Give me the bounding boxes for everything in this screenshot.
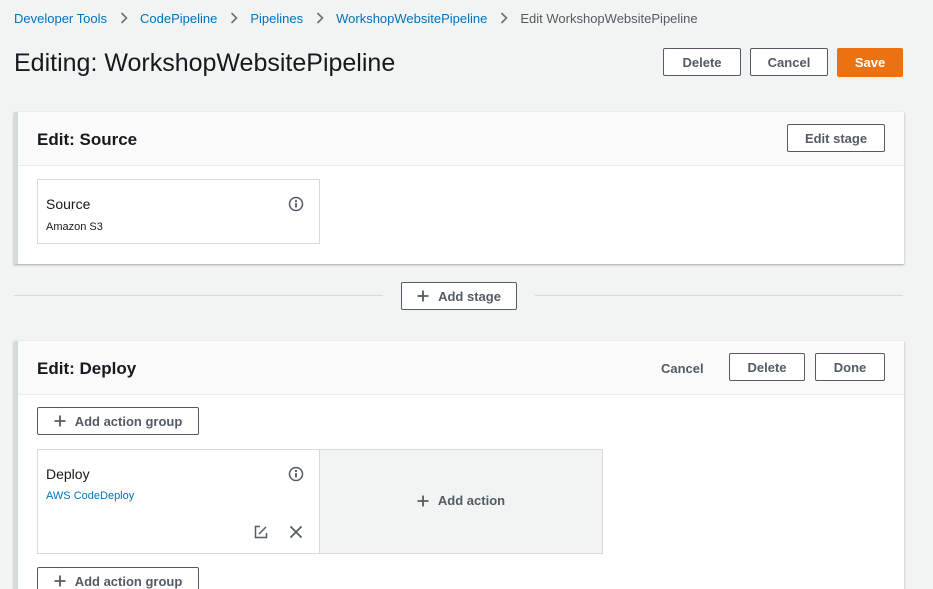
source-stage-panel: Edit: Source Edit stage Source Amazon S3 (14, 112, 904, 264)
delete-pipeline-button[interactable]: Delete (663, 48, 741, 76)
source-action-provider: Amazon S3 (46, 221, 103, 233)
chevron-right-icon (316, 12, 324, 24)
deploy-action-name: Deploy (46, 466, 90, 482)
page-title: Editing: WorkshopWebsitePipeline (14, 49, 396, 77)
deploy-stage-panel: Edit: Deploy Cancel Delete Done Add acti… (14, 341, 904, 589)
breadcrumb-developer-tools[interactable]: Developer Tools (14, 11, 107, 26)
deploy-action-provider-link[interactable]: AWS CodeDeploy (46, 490, 134, 502)
add-action-group-button-bottom[interactable]: Add action group (37, 567, 199, 589)
add-action-group-button[interactable]: Add action group (37, 407, 199, 435)
info-icon[interactable] (288, 196, 304, 212)
close-icon[interactable] (288, 524, 304, 540)
info-icon[interactable] (288, 466, 304, 482)
deploy-cancel-button[interactable]: Cancel (661, 361, 704, 376)
stage-divider-left (14, 295, 383, 296)
stage-divider-right (535, 295, 903, 296)
breadcrumb-current: Edit WorkshopWebsitePipeline (520, 10, 698, 26)
plus-icon (417, 495, 429, 507)
chevron-right-icon (120, 12, 128, 24)
breadcrumb: Developer Tools CodePipeline Pipelines W… (14, 10, 698, 26)
source-action-card[interactable]: Source Amazon S3 (37, 179, 320, 244)
add-action-group-label: Add action group (74, 573, 183, 589)
breadcrumb-codepipeline[interactable]: CodePipeline (140, 11, 217, 26)
deploy-stage-header: Edit: Deploy Cancel Delete Done (18, 341, 904, 395)
save-button[interactable]: Save (837, 48, 903, 77)
add-action-group-label: Add action group (74, 413, 183, 429)
breadcrumb-pipelines[interactable]: Pipelines (250, 11, 303, 26)
breadcrumb-pipeline[interactable]: WorkshopWebsitePipeline (336, 11, 487, 26)
done-button[interactable]: Done (815, 353, 885, 381)
add-action-label: Add action (437, 493, 506, 508)
source-stage-title: Edit: Source (37, 130, 138, 149)
add-stage-label: Add stage (438, 288, 501, 304)
deploy-stage-title: Edit: Deploy (37, 359, 137, 378)
plus-icon (54, 415, 66, 427)
source-action-name: Source (46, 196, 91, 212)
add-action-button[interactable]: Add action (320, 449, 603, 554)
plus-icon (54, 575, 66, 587)
source-stage-header: Edit: Source Edit stage (18, 112, 904, 166)
plus-icon (417, 290, 429, 302)
delete-stage-button[interactable]: Delete (729, 353, 805, 381)
add-stage-button[interactable]: Add stage (401, 282, 517, 310)
edit-stage-button[interactable]: Edit stage (787, 124, 885, 152)
chevron-right-icon (230, 12, 238, 24)
cancel-button[interactable]: Cancel (750, 48, 828, 76)
chevron-right-icon (500, 12, 508, 24)
deploy-action-card[interactable]: Deploy AWS CodeDeploy (37, 449, 320, 554)
edit-icon[interactable] (253, 524, 269, 540)
